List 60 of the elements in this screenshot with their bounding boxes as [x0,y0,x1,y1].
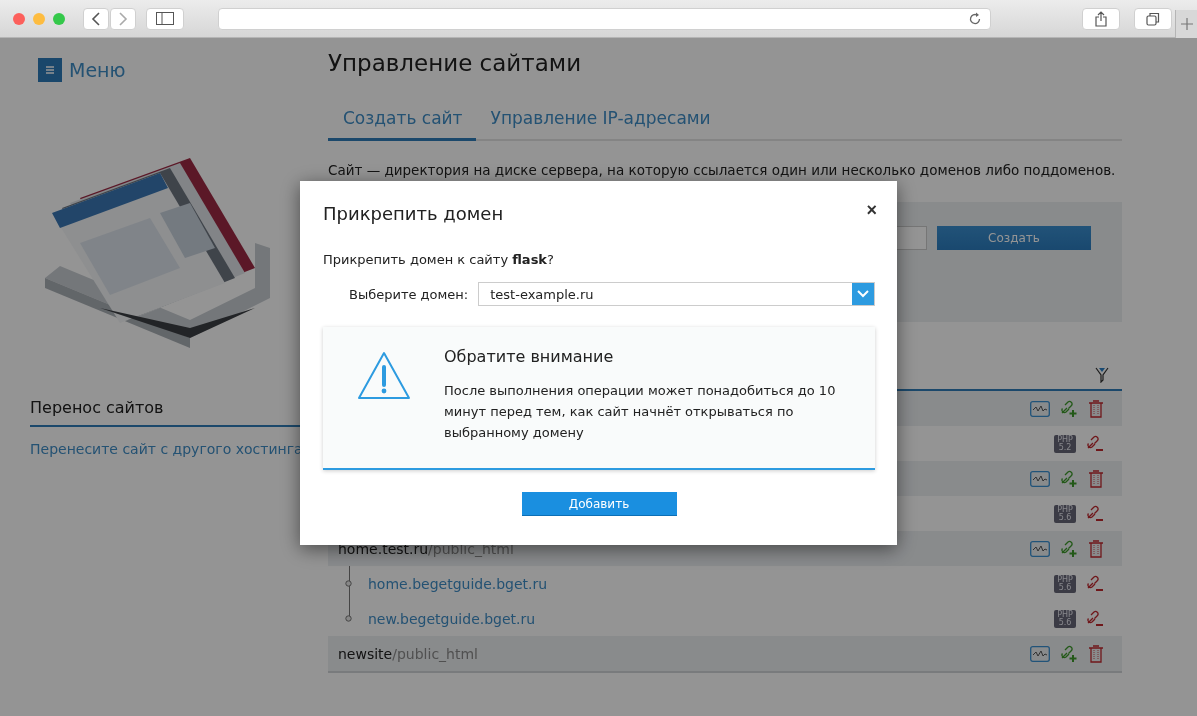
back-button[interactable] [83,7,109,30]
filter-icon[interactable] [1095,366,1109,383]
add-link-icon[interactable] [1060,644,1078,663]
dialog-title: Прикрепить домен [323,203,504,224]
unlink-icon[interactable] [1086,574,1104,593]
domain-link[interactable]: new.begetguide.bget.ru [368,610,536,627]
site-name[interactable]: home.test.ru [338,540,429,557]
description-text: Сайт — директория на диске сервера, на которую ссылается один или несколько доменов либо поддоменов. [328,162,1117,178]
add-button[interactable]: Добавить [521,492,677,516]
close-window-button[interactable] [13,12,25,25]
close-button[interactable]: × [866,203,877,217]
share-icon [1095,10,1107,27]
field-label: Выберите домен: [349,286,469,302]
php-version-badge[interactable]: PHP 5.2 [1054,434,1076,453]
notice-title: Обратите внимание [444,347,615,366]
warning-icon [357,351,411,401]
menu-icon[interactable] [38,58,62,82]
unlink-icon[interactable] [1086,434,1104,453]
domain-link[interactable]: home.begetguide.bget.ru [368,575,548,592]
tabs-button[interactable] [1134,7,1172,30]
tab[interactable]: Управление IP-адресами [475,102,724,141]
zoom-window-button[interactable] [53,12,65,25]
tabs-icon [1146,11,1160,26]
migration-link[interactable]: Перенесите сайт с другого хостинга [30,441,303,457]
domain-select[interactable]: test-example.ru [478,282,875,306]
php-version-badge[interactable]: PHP 5.6 [1054,504,1076,523]
trash-icon[interactable] [1088,644,1104,663]
sidebar-icon [156,12,174,25]
chevron-right-icon [118,11,128,26]
chart-icon[interactable] [1030,400,1050,417]
forward-button[interactable] [110,7,136,30]
share-button[interactable] [1082,7,1120,30]
unlink-icon[interactable] [1086,609,1104,628]
site-name[interactable]: newsite [338,645,393,662]
site-path: /public_html [392,645,478,662]
chevron-left-icon [91,11,101,26]
add-link-icon[interactable] [1060,399,1078,418]
chart-icon[interactable] [1030,540,1050,557]
dialog-question: Прикрепить домен к сайту flask? [323,252,555,267]
tab[interactable]: Создать сайт [328,102,476,141]
reload-icon[interactable] [968,11,982,26]
dropdown-caret-icon[interactable] [852,283,874,305]
page-title: Управление сайтами [328,50,583,78]
create-button[interactable]: Создать [937,226,1091,250]
php-version-badge[interactable]: PHP 5.6 [1054,574,1076,593]
notice-text: После выполнения операции может понадобиться до 10 минут перед тем, как сайт начнёт открываться по выбранному домену [444,382,837,442]
menu-link[interactable]: Меню [69,59,126,81]
plus-icon [1180,18,1193,30]
unlink-icon[interactable] [1086,504,1104,523]
trash-icon[interactable] [1088,539,1104,558]
trash-icon[interactable] [1088,399,1104,418]
sidebar-toggle-button[interactable] [146,7,184,30]
trash-icon[interactable] [1088,469,1104,488]
chart-icon[interactable] [1030,470,1050,487]
php-version-badge[interactable]: PHP 5.6 [1054,609,1076,628]
new-tab-button[interactable] [1175,10,1197,38]
add-link-icon[interactable] [1060,539,1078,558]
address-field[interactable] [218,7,991,30]
add-link-icon[interactable] [1060,469,1078,488]
chart-icon[interactable] [1030,645,1050,662]
